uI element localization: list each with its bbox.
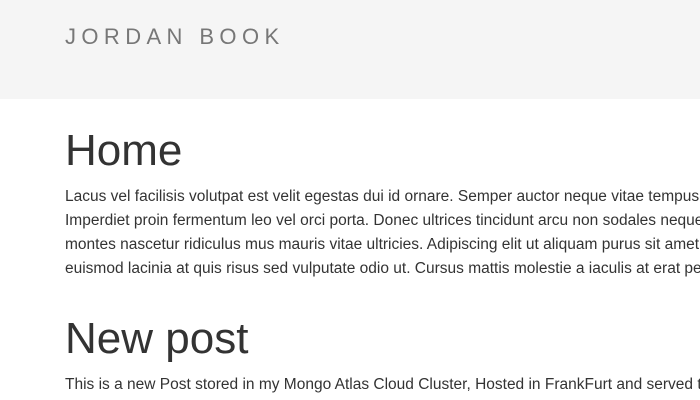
brand-link[interactable]: JORDAN BOOK	[65, 24, 285, 50]
post-body-line: Imperdiet proin fermentum leo vel orci p…	[65, 212, 700, 229]
post-body-line: montes nascetur ridiculus mus mauris vit…	[65, 236, 700, 253]
post-body-line: euismod lacinia at quis risus sed vulput…	[65, 260, 700, 277]
post-body-new-post: This is a new Post stored in my Mongo At…	[65, 373, 700, 397]
main-content: Home Lacus vel facilisis volutpat est ve…	[0, 99, 700, 400]
post-title-home: Home	[65, 126, 183, 175]
site-header: JORDAN BOOK	[0, 0, 700, 99]
post-body-line: This is a new Post stored in my Mongo At…	[65, 376, 700, 393]
post-body-home: Lacus vel facilisis volutpat est velit e…	[65, 185, 700, 281]
post-body-line: Lacus vel facilisis volutpat est velit e…	[65, 188, 700, 205]
post-title-new-post: New post	[65, 314, 249, 363]
